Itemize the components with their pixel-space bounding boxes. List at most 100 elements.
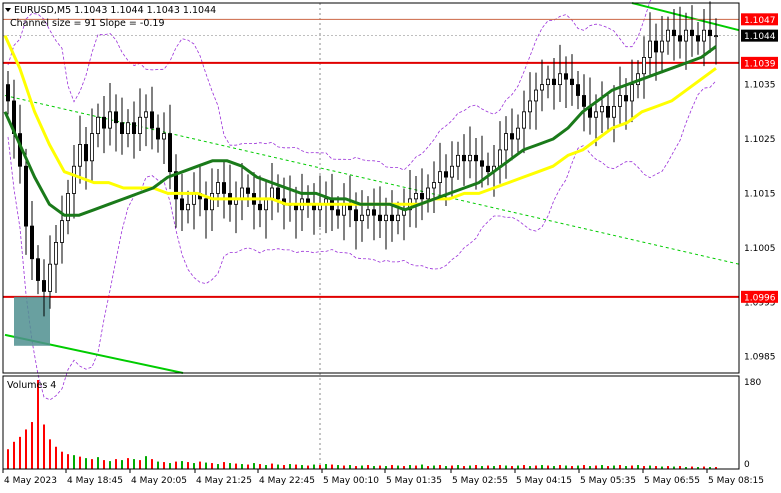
candle [179,198,184,211]
candle [612,105,617,118]
candle [275,187,280,200]
candle [245,187,250,194]
volume-tick-label: 0 [744,460,750,470]
candle [215,182,220,194]
candle [540,84,545,91]
candle [263,198,268,211]
candle [6,84,11,102]
candle [120,122,125,134]
candle [479,160,484,167]
candle [90,133,95,162]
candle [600,105,605,113]
candle [630,84,635,102]
candle [708,29,713,37]
candle [78,144,83,167]
candle [389,214,394,222]
time-tick-label: 4 May 21:25 [196,476,252,486]
price-tick-label: 1.1015 [744,189,776,199]
candle [72,165,77,194]
chart-canvas[interactable]: EURUSD,M5 1.1043 1.1044 1.1043 1.1044 Ch… [0,0,781,489]
price-tick-label: 1.0985 [744,353,776,363]
candle [473,154,478,162]
candle [341,203,346,216]
candle [461,154,466,162]
candle [419,193,424,200]
candle [678,35,683,42]
candle [257,203,262,211]
candle [642,57,647,75]
candle [149,111,154,129]
indicator-header: Channel size = 91 Slope = -0.19 [10,18,165,29]
candle [365,209,370,216]
candle [335,209,340,216]
candle [546,78,551,86]
candle [431,182,436,189]
candle [185,203,190,211]
candle [108,111,113,129]
candle [167,133,172,173]
candle [359,214,364,222]
candle [239,187,244,200]
candle [23,165,28,227]
candle [528,100,533,113]
candle [383,214,388,222]
time-tick-label: 4 May 2023 [4,476,57,486]
candle [84,144,89,162]
candle [209,193,214,211]
candle [702,29,707,42]
candle [684,29,689,42]
candle [131,122,136,134]
time-tick-label: 5 May 04:15 [516,476,572,486]
candle [582,95,587,107]
candle [36,258,41,281]
candle [137,116,142,134]
candle [522,111,527,129]
candle [114,111,119,124]
candle [516,127,521,140]
candle [503,133,508,151]
candle [648,40,653,58]
time-tick-label: 5 May 05:35 [580,476,636,486]
candle [96,116,101,134]
candle [102,116,107,129]
candle [467,154,472,162]
candle [666,29,671,42]
time-tick-label: 5 May 01:35 [386,476,442,486]
candle [126,122,131,134]
price-tick-label: 1.1025 [744,135,776,145]
time-tick-label: 4 May 20:05 [131,476,187,486]
time-tick-label: 4 May 22:45 [259,476,315,486]
candle [534,89,539,102]
candle [660,40,665,53]
candle [377,214,382,222]
price-badge-label: 1.1039 [744,59,776,69]
candle [29,225,34,260]
candle [48,263,53,292]
price-badge-label: 1.1047 [744,16,776,26]
candle [395,214,400,222]
candle [558,73,563,86]
volume-tick-label: 180 [744,378,761,388]
candle [497,149,502,167]
candle [203,198,208,211]
time-tick-label: 4 May 18:45 [67,476,123,486]
time-tick-label: 5 May 02:55 [452,476,508,486]
time-tick-label: 5 May 00:10 [323,476,379,486]
candle [455,154,460,167]
price-tick-label: 1.1035 [744,81,776,91]
candle [191,193,196,205]
highlight-zone [14,296,50,346]
candle [437,171,442,183]
candle [714,35,719,38]
candle [443,171,448,178]
candle [60,220,65,243]
candle [618,95,623,107]
candle [161,133,166,140]
price-tick-label: 1.1005 [744,244,776,254]
candle [690,29,695,37]
candle [42,280,47,292]
time-tick-label: 5 May 06:55 [644,476,700,486]
time-tick-label: 5 May 08:15 [708,476,764,486]
candle [221,182,226,194]
trading-chart[interactable]: EURUSD,M5 1.1043 1.1044 1.1043 1.1044 Ch… [0,0,781,489]
